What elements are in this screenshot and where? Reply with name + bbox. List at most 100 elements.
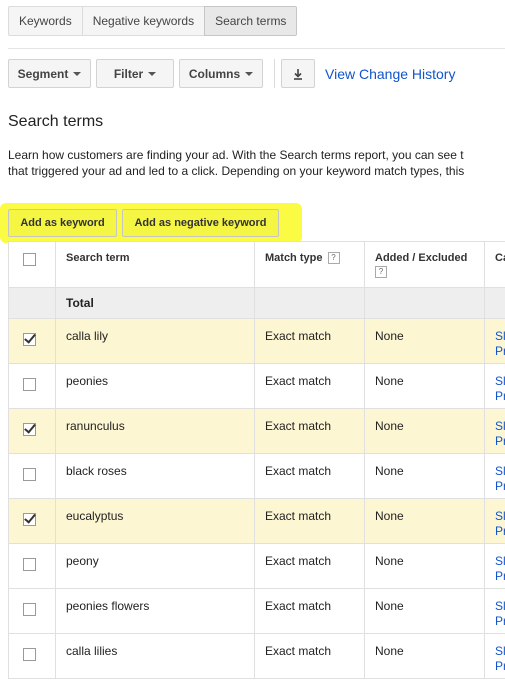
header-label: Search term: [66, 252, 130, 264]
campaign-link[interactable]: Sl: [495, 464, 505, 478]
segment-button[interactable]: Segment: [8, 59, 91, 88]
campaign-link[interactable]: Sl: [495, 374, 505, 388]
campaign-link[interactable]: Pr: [495, 659, 505, 673]
segment-label: Segment: [17, 66, 69, 81]
add-as-keyword-button[interactable]: Add as keyword: [8, 209, 117, 237]
table-row[interactable]: black roses Exact match None SlPr: [8, 453, 505, 499]
filter-label: Filter: [113, 66, 144, 81]
added-excluded-text: None: [375, 599, 404, 613]
description-line: Learn how customers are finding your ad.…: [8, 148, 464, 162]
tab-search-terms[interactable]: Search terms: [204, 6, 298, 36]
row-checkbox[interactable]: [23, 558, 36, 571]
row-checkbox[interactable]: [23, 378, 36, 391]
row-select-cell: [8, 498, 56, 544]
help-icon[interactable]: ?: [375, 266, 387, 278]
header-select-cell: [8, 241, 56, 288]
match-type-cell: Exact match: [254, 453, 365, 499]
download-button[interactable]: [281, 59, 315, 88]
campaign-cell: SlPr: [484, 453, 505, 499]
table-row[interactable]: eucalyptus Exact match None SlPr: [8, 498, 505, 544]
match-type-text: Exact match: [265, 464, 332, 478]
row-checkbox[interactable]: [23, 648, 36, 661]
total-cell: [254, 287, 365, 319]
match-type-text: Exact match: [265, 509, 332, 523]
added-excluded-text: None: [375, 329, 404, 343]
campaign-link[interactable]: Sl: [495, 599, 505, 613]
row-select-cell: [8, 543, 56, 589]
search-term-cell: black roses: [55, 453, 255, 499]
row-select-cell: [8, 408, 56, 454]
columns-label: Columns: [188, 66, 241, 81]
toolbar: Segment Filter Columns View Change Histo…: [8, 59, 455, 88]
row-checkbox[interactable]: [23, 423, 36, 436]
tab-keywords[interactable]: Keywords: [8, 6, 83, 36]
campaign-link[interactable]: Pr: [495, 524, 505, 538]
select-all-checkbox[interactable]: [23, 253, 36, 266]
campaign-cell: SlPr: [484, 633, 505, 679]
search-term-cell: ranunculus: [55, 408, 255, 454]
table-row[interactable]: peony Exact match None SlPr: [8, 543, 505, 589]
table-row[interactable]: calla lilies Exact match None SlPr: [8, 633, 505, 679]
campaign-link[interactable]: Sl: [495, 509, 505, 523]
search-term-cell: calla lilies: [55, 633, 255, 679]
help-icon[interactable]: ?: [327, 252, 340, 265]
campaign-cell: SlPr: [484, 408, 505, 454]
match-type-text: Exact match: [265, 554, 332, 568]
added-excluded-text: None: [375, 419, 404, 433]
campaign-link[interactable]: Pr: [495, 614, 505, 628]
match-type-cell: Exact match: [254, 318, 365, 364]
columns-button[interactable]: Columns: [179, 59, 263, 88]
campaign-link[interactable]: Sl: [495, 329, 505, 343]
added-excluded-cell: None: [364, 318, 485, 364]
match-type-text: Exact match: [265, 419, 332, 433]
header-match-type[interactable]: Match type ?: [254, 241, 365, 288]
add-as-negative-keyword-button[interactable]: Add as negative keyword: [122, 209, 279, 237]
added-excluded-text: None: [375, 464, 404, 478]
match-type-cell: Exact match: [254, 363, 365, 409]
row-checkbox[interactable]: [23, 603, 36, 616]
campaign-cell: SlPr: [484, 543, 505, 589]
search-term-cell: peonies: [55, 363, 255, 409]
search-term-cell: eucalyptus: [55, 498, 255, 544]
filter-button[interactable]: Filter: [96, 59, 174, 88]
added-excluded-text: None: [375, 509, 404, 523]
search-term-text: calla lily: [66, 329, 109, 343]
row-checkbox[interactable]: [23, 513, 36, 526]
match-type-cell: Exact match: [254, 543, 365, 589]
match-type-cell: Exact match: [254, 633, 365, 679]
table-row[interactable]: calla lily Exact match None SlPr: [8, 318, 505, 364]
table-row[interactable]: peonies flowers Exact match None SlPr: [8, 588, 505, 634]
campaign-cell: SlPr: [484, 498, 505, 544]
search-terms-table: Search term Match type ? Added / Exclude…: [8, 241, 505, 679]
added-excluded-cell: None: [364, 588, 485, 634]
table-row[interactable]: peonies Exact match None SlPr: [8, 363, 505, 409]
campaign-link[interactable]: Pr: [495, 389, 505, 403]
campaign-link[interactable]: Pr: [495, 479, 505, 493]
campaign-link[interactable]: Sl: [495, 554, 505, 568]
campaign-link[interactable]: Sl: [495, 644, 505, 658]
table-row[interactable]: ranunculus Exact match None SlPr: [8, 408, 505, 454]
tab-negative-keywords[interactable]: Negative keywords: [81, 6, 206, 36]
campaign-link[interactable]: Pr: [495, 344, 505, 358]
search-term-cell: calla lily: [55, 318, 255, 364]
header-search-term[interactable]: Search term: [55, 241, 255, 288]
campaign-link[interactable]: Sl: [495, 419, 505, 433]
campaign-cell: SlPr: [484, 363, 505, 409]
page-description: Learn how customers are finding your ad.…: [8, 147, 505, 179]
match-type-cell: Exact match: [254, 408, 365, 454]
row-checkbox[interactable]: [23, 333, 36, 346]
header-label: Added / Excluded: [375, 252, 468, 264]
view-change-history-link[interactable]: View Change History: [325, 66, 455, 82]
row-select-cell: [8, 453, 56, 499]
header-added-excluded[interactable]: Added / Excluded?: [364, 241, 485, 288]
row-checkbox[interactable]: [23, 468, 36, 481]
campaign-link[interactable]: Pr: [495, 434, 505, 448]
header-campaign[interactable]: Ca: [484, 241, 505, 288]
row-select-cell: [8, 318, 56, 364]
campaign-link[interactable]: Pr: [495, 569, 505, 583]
total-select-cell: [8, 287, 56, 319]
search-term-text: ranunculus: [66, 419, 125, 433]
tabs-divider: [8, 48, 505, 49]
search-term-text: peonies flowers: [66, 599, 150, 613]
toolbar-divider: [274, 59, 275, 88]
